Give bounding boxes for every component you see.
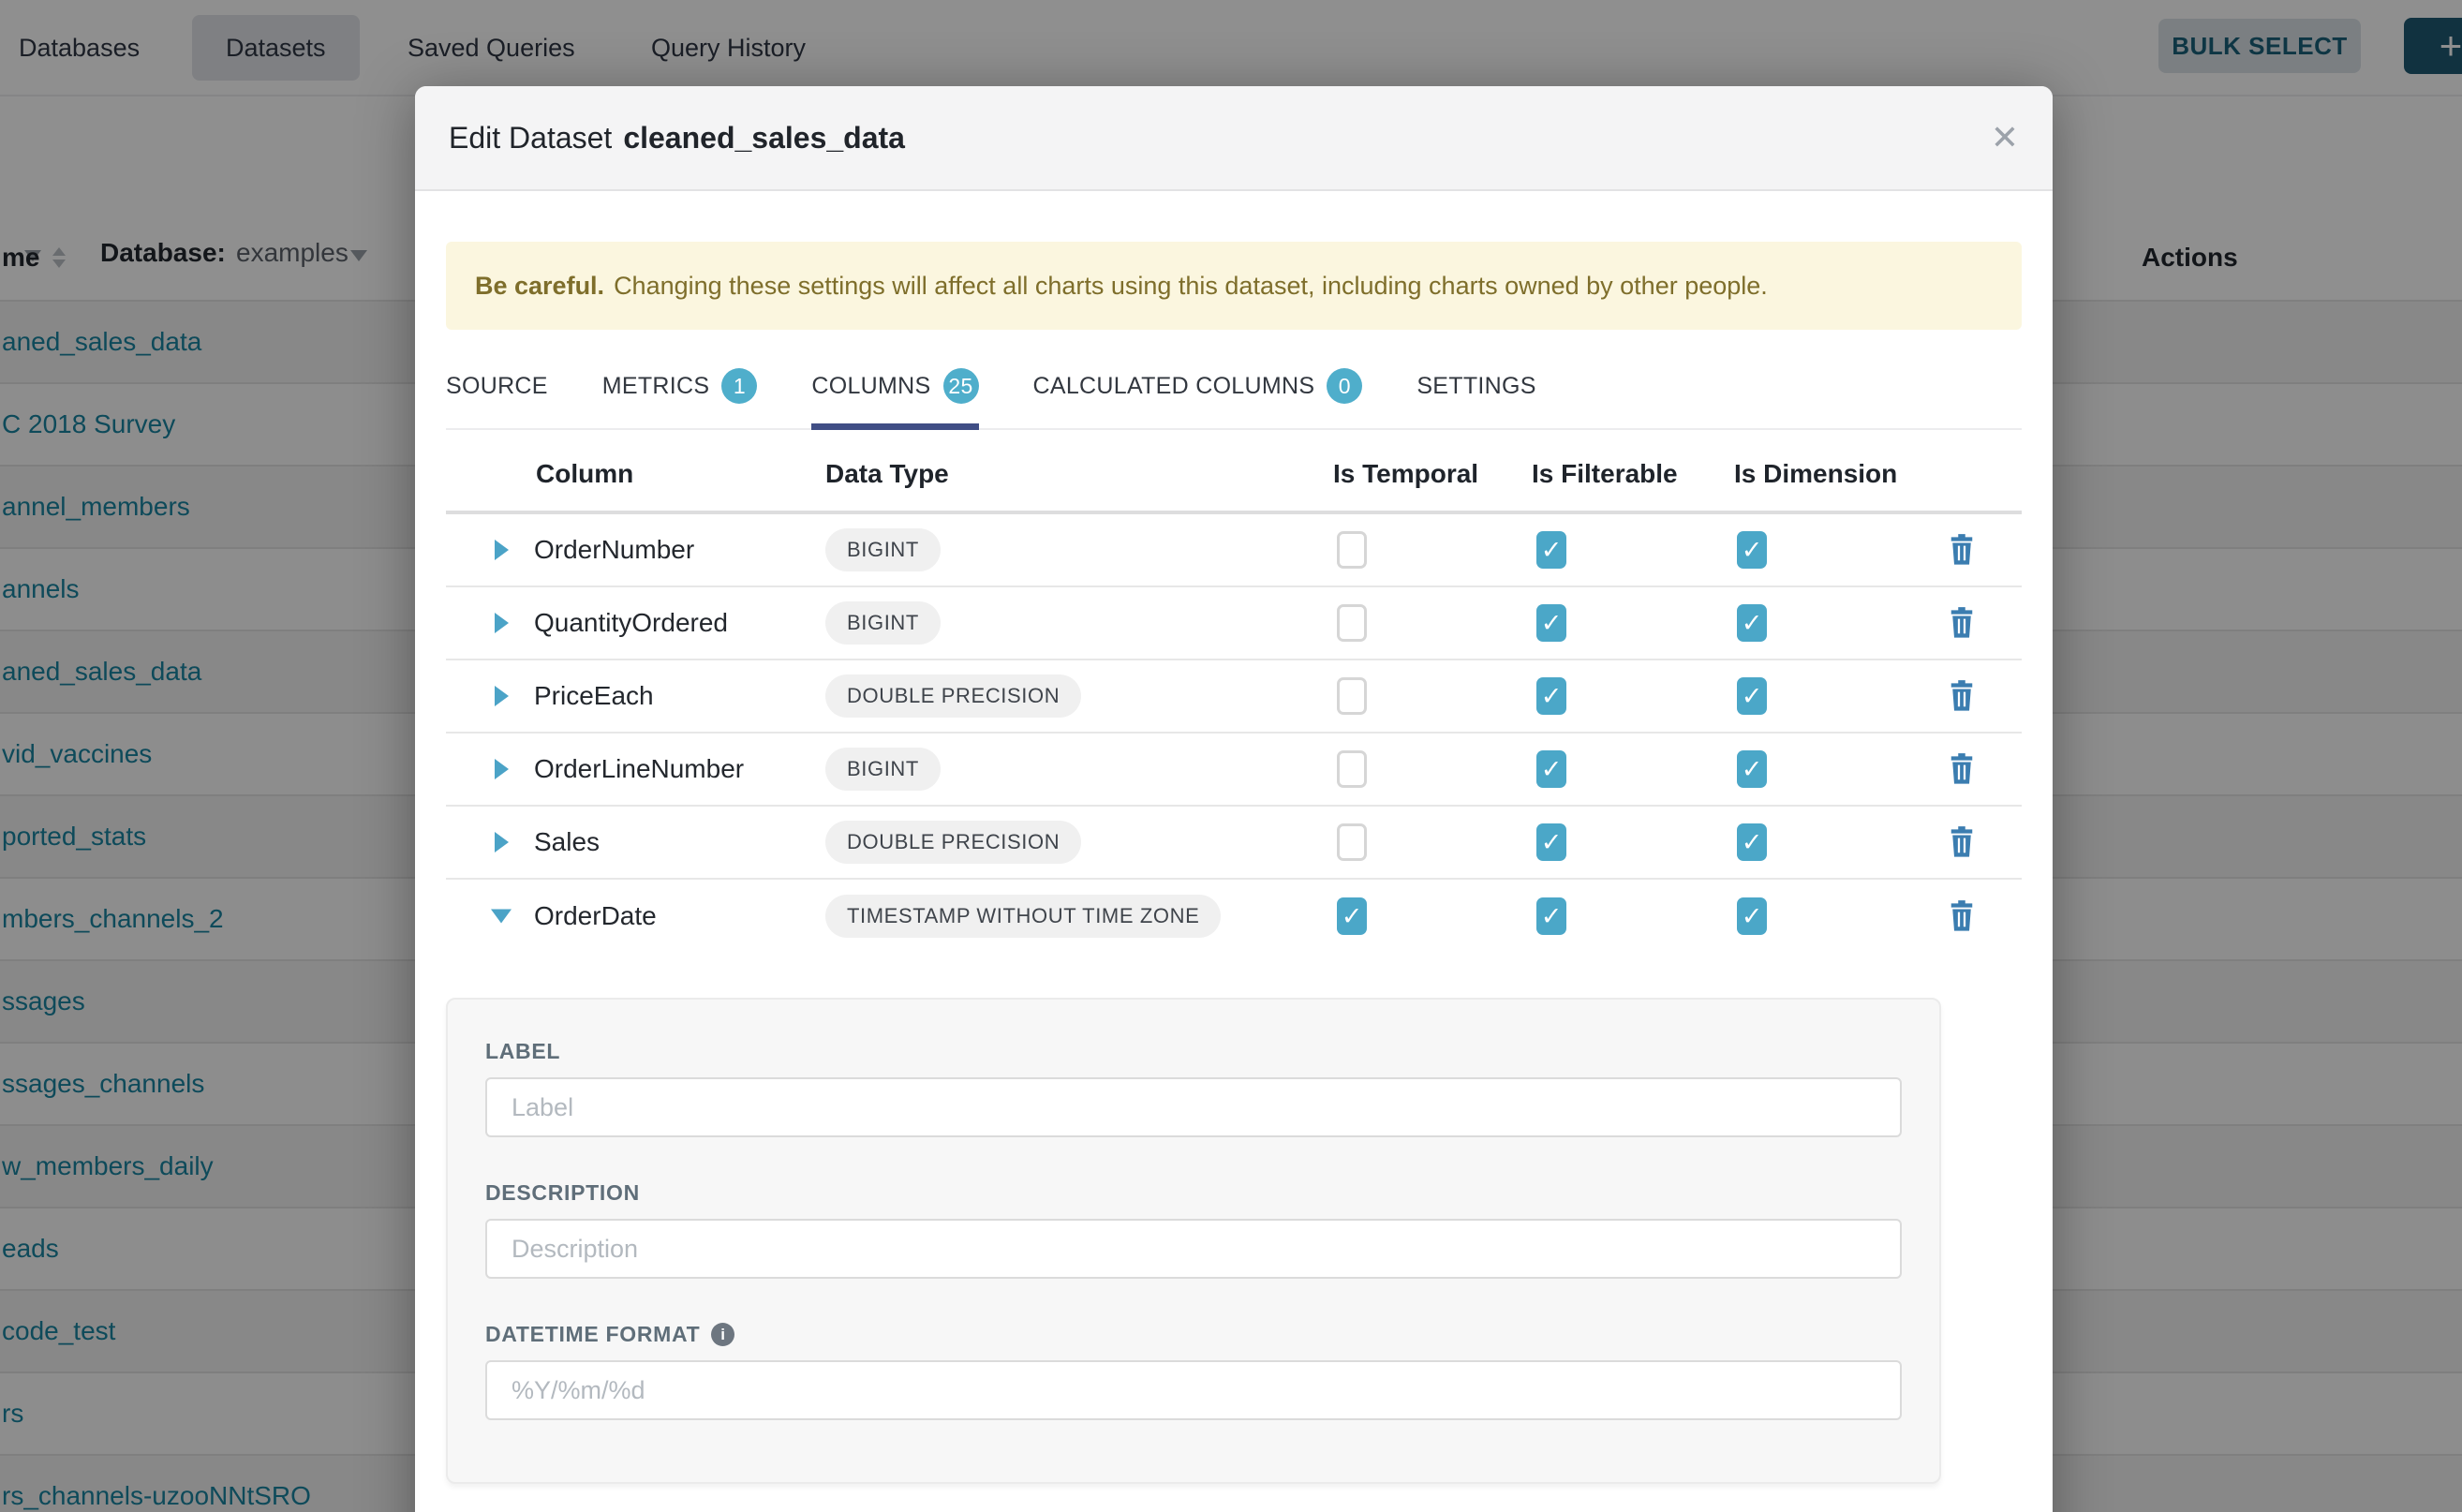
column-datatype-pill: TIMESTAMP WITHOUT TIME ZONE [825, 895, 1221, 938]
trash-icon [1948, 753, 1976, 785]
trash-icon [1948, 607, 1976, 639]
tab-source[interactable]: SOURCE [446, 355, 548, 428]
is-filterable-checkbox[interactable] [1536, 531, 1566, 569]
warning-text: Changing these settings will affect all … [614, 272, 1768, 301]
tab-columns[interactable]: COLUMNS 25 [811, 355, 978, 428]
label-input[interactable] [485, 1077, 1902, 1137]
is-dimension-checkbox[interactable] [1737, 897, 1767, 935]
is-filterable-header: Is Filterable [1532, 459, 1678, 489]
column-name: Sales [534, 827, 600, 857]
tab-count-badge: 25 [943, 368, 979, 404]
is-temporal-checkbox[interactable] [1337, 750, 1367, 788]
tab-label: METRICS [602, 373, 710, 400]
trash-icon [1948, 900, 1976, 932]
expand-caret-icon[interactable] [495, 832, 509, 852]
datetime-format-input[interactable] [485, 1360, 1902, 1420]
is-temporal-checkbox[interactable] [1337, 531, 1367, 569]
is-dimension-header: Is Dimension [1734, 459, 1897, 489]
column-detail-panel: LABEL DESCRIPTION DATETIME FORMAT i [446, 998, 1941, 1484]
is-filterable-checkbox[interactable] [1536, 823, 1566, 861]
delete-column-button[interactable] [1948, 826, 1976, 858]
is-dimension-checkbox[interactable] [1737, 750, 1767, 788]
trash-icon [1948, 680, 1976, 712]
expand-caret-icon[interactable] [491, 910, 512, 924]
warning-bold-text: Be careful. [475, 272, 604, 301]
description-text: DESCRIPTION [485, 1180, 640, 1206]
columns-table: Column Data Type Is Temporal Is Filterab… [446, 437, 2022, 953]
is-filterable-checkbox[interactable] [1536, 750, 1566, 788]
column-row-priceeach: PriceEach DOUBLE PRECISION [446, 660, 2022, 734]
modal-title: Edit Dataset cleaned_sales_data [449, 121, 905, 156]
tab-settings[interactable]: SETTINGS [1416, 355, 1535, 428]
column-row-sales: Sales DOUBLE PRECISION [446, 807, 2022, 880]
description-input[interactable] [485, 1219, 1902, 1279]
column-row-orderdate: OrderDate TIMESTAMP WITHOUT TIME ZONE [446, 880, 2022, 953]
is-filterable-checkbox[interactable] [1536, 897, 1566, 935]
is-filterable-checkbox[interactable] [1536, 677, 1566, 715]
tab-label: SOURCE [446, 373, 548, 400]
label-text: LABEL [485, 1039, 560, 1064]
is-dimension-checkbox[interactable] [1737, 604, 1767, 642]
column-name: QuantityOrdered [534, 608, 728, 638]
tab-label: CALCULATED COLUMNS [1033, 373, 1315, 400]
datetime-format-text: DATETIME FORMAT [485, 1322, 700, 1347]
expand-caret-icon[interactable] [495, 686, 509, 706]
is-temporal-checkbox[interactable] [1337, 677, 1367, 715]
modal-title-dataset-name: cleaned_sales_data [623, 121, 905, 155]
label-field-label: LABEL [485, 1000, 1902, 1064]
delete-column-button[interactable] [1948, 607, 1976, 639]
screen: Databases Datasets Saved Queries Query H… [0, 0, 2462, 1512]
column-datatype-pill: DOUBLE PRECISION [825, 821, 1081, 864]
tab-label: SETTINGS [1416, 373, 1535, 400]
column-name: OrderDate [534, 901, 657, 931]
is-dimension-checkbox[interactable] [1737, 677, 1767, 715]
expand-caret-icon[interactable] [495, 540, 509, 560]
column-datatype-pill: DOUBLE PRECISION [825, 674, 1081, 718]
tab-metrics[interactable]: METRICS 1 [602, 355, 758, 428]
warning-banner: Be careful. Changing these settings will… [446, 242, 2022, 330]
delete-column-button[interactable] [1948, 680, 1976, 712]
columns-table-header: Column Data Type Is Temporal Is Filterab… [446, 437, 2022, 514]
expand-caret-icon[interactable] [495, 613, 509, 633]
tab-label: COLUMNS [811, 373, 930, 400]
modal-header: Edit Dataset cleaned_sales_data ✕ [415, 86, 2053, 191]
description-field-label: DESCRIPTION [485, 1180, 1902, 1206]
column-header: Column [536, 459, 633, 489]
datetime-format-field-label: DATETIME FORMAT i [485, 1322, 1902, 1347]
is-temporal-checkbox[interactable] [1337, 604, 1367, 642]
is-dimension-checkbox[interactable] [1737, 823, 1767, 861]
delete-column-button[interactable] [1948, 900, 1976, 932]
is-temporal-header: Is Temporal [1333, 459, 1478, 489]
column-name: PriceEach [534, 681, 654, 711]
edit-dataset-modal: Edit Dataset cleaned_sales_data ✕ Be care… [415, 86, 2053, 1512]
expand-caret-icon[interactable] [495, 759, 509, 779]
columns-table-body: OrderNumber BIGINT QuantityOrdered BIGIN… [446, 514, 2022, 953]
column-row-ordernumber: OrderNumber BIGINT [446, 514, 2022, 587]
close-icon[interactable]: ✕ [1991, 121, 2019, 155]
modal-body: Be careful. Changing these settings will… [415, 242, 2053, 1484]
column-row-orderlinenumber: OrderLineNumber BIGINT [446, 734, 2022, 807]
tab-calculated-columns[interactable]: CALCULATED COLUMNS 0 [1033, 355, 1363, 428]
modal-tabs: SOURCE METRICS 1 COLUMNS 25 CALCULATED C… [446, 355, 2022, 430]
column-name: OrderLineNumber [534, 754, 744, 784]
delete-column-button[interactable] [1948, 534, 1976, 566]
delete-column-button[interactable] [1948, 753, 1976, 785]
trash-icon [1948, 534, 1976, 566]
column-row-quantityordered: QuantityOrdered BIGINT [446, 587, 2022, 660]
info-icon: i [711, 1323, 734, 1346]
is-dimension-checkbox[interactable] [1737, 531, 1767, 569]
is-temporal-checkbox[interactable] [1337, 823, 1367, 861]
tab-count-badge: 0 [1327, 368, 1362, 404]
trash-icon [1948, 826, 1976, 858]
is-filterable-checkbox[interactable] [1536, 604, 1566, 642]
column-datatype-pill: BIGINT [825, 601, 941, 645]
column-datatype-pill: BIGINT [825, 528, 941, 571]
datatype-header: Data Type [825, 459, 949, 489]
tab-count-badge: 1 [721, 368, 757, 404]
is-temporal-checkbox[interactable] [1337, 897, 1367, 935]
modal-title-prefix: Edit Dataset [449, 121, 612, 155]
column-name: OrderNumber [534, 535, 694, 565]
column-datatype-pill: BIGINT [825, 748, 941, 791]
